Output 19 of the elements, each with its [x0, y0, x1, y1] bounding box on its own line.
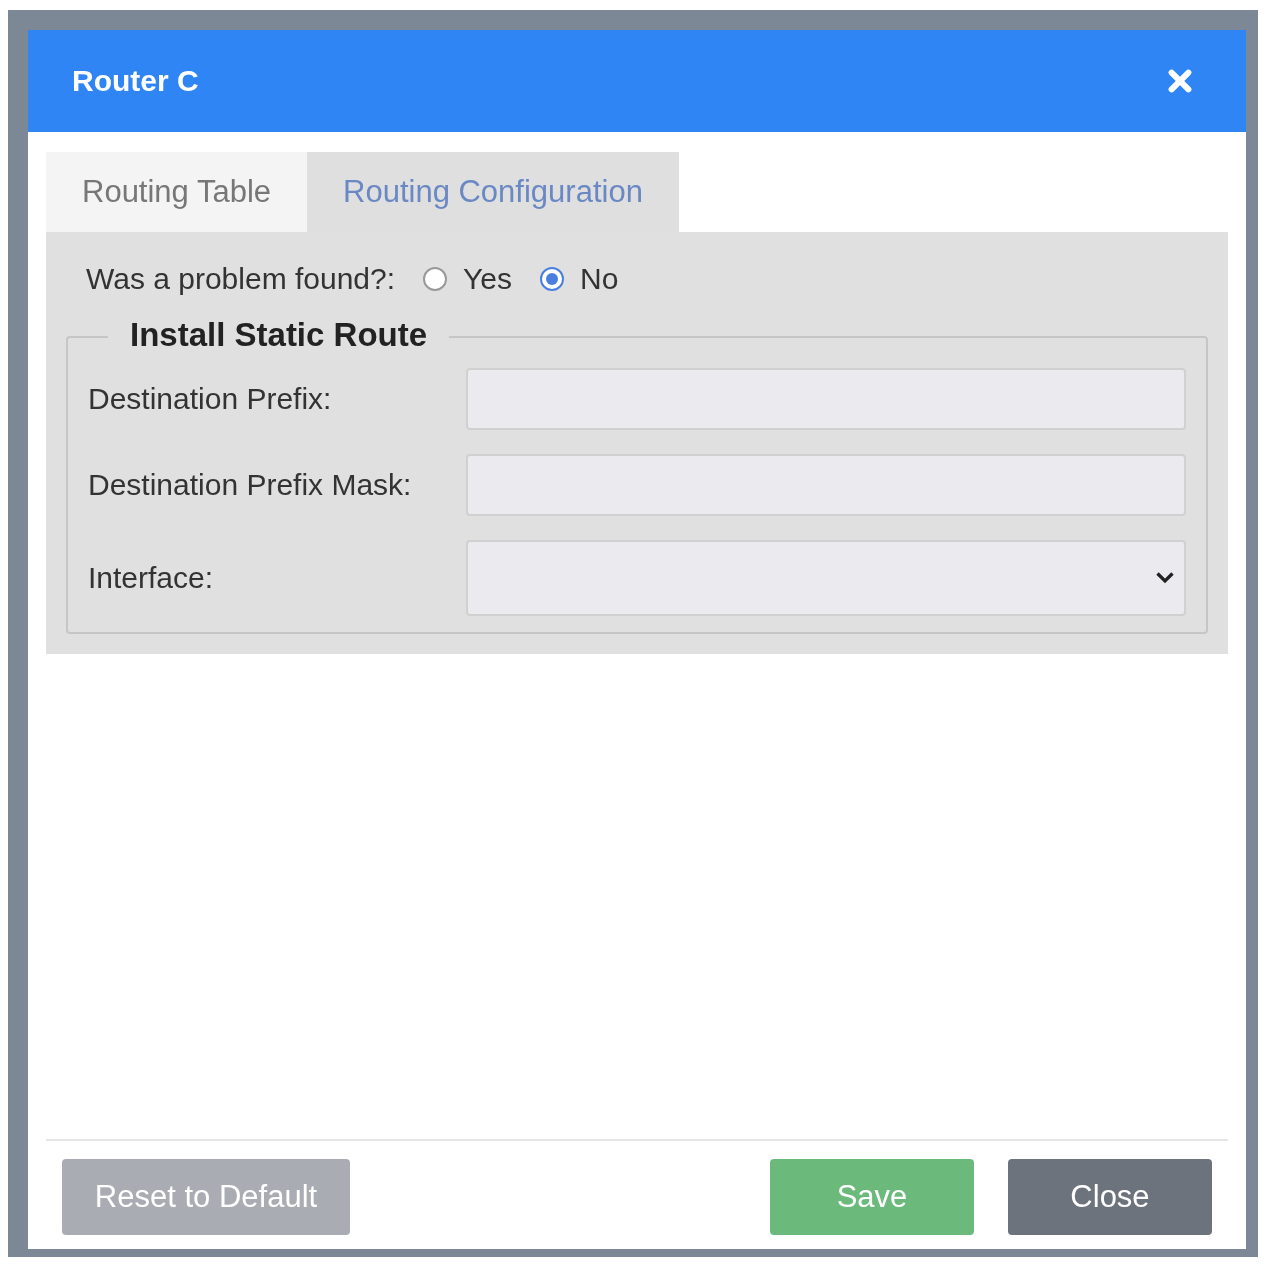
field-label: Interface:	[88, 561, 215, 595]
field-label: Destination Prefix Mask:	[88, 468, 413, 502]
chevron-icon	[1156, 572, 1174, 584]
tab[interactable]: Routing Configuration	[307, 152, 679, 232]
radio-button[interactable]	[540, 267, 564, 291]
radio-button[interactable]	[423, 267, 448, 291]
window-title: Router C	[72, 64, 199, 98]
close-icon[interactable]	[1168, 69, 1192, 93]
option-label: Yes	[463, 262, 512, 296]
question-label: Was a problem found?:	[86, 262, 396, 296]
input-field[interactable]	[466, 454, 1186, 516]
tab[interactable]: Routing Table	[46, 152, 307, 232]
dropdown-field[interactable]	[466, 540, 1186, 616]
save-button[interactable]: Save	[770, 1159, 974, 1235]
field-label: Destination Prefix:	[88, 382, 333, 416]
close-button[interactable]: Close	[1008, 1159, 1212, 1235]
option-label: No	[580, 262, 619, 296]
input-field[interactable]	[466, 368, 1186, 430]
reset-button[interactable]: Reset to Default	[62, 1159, 350, 1235]
